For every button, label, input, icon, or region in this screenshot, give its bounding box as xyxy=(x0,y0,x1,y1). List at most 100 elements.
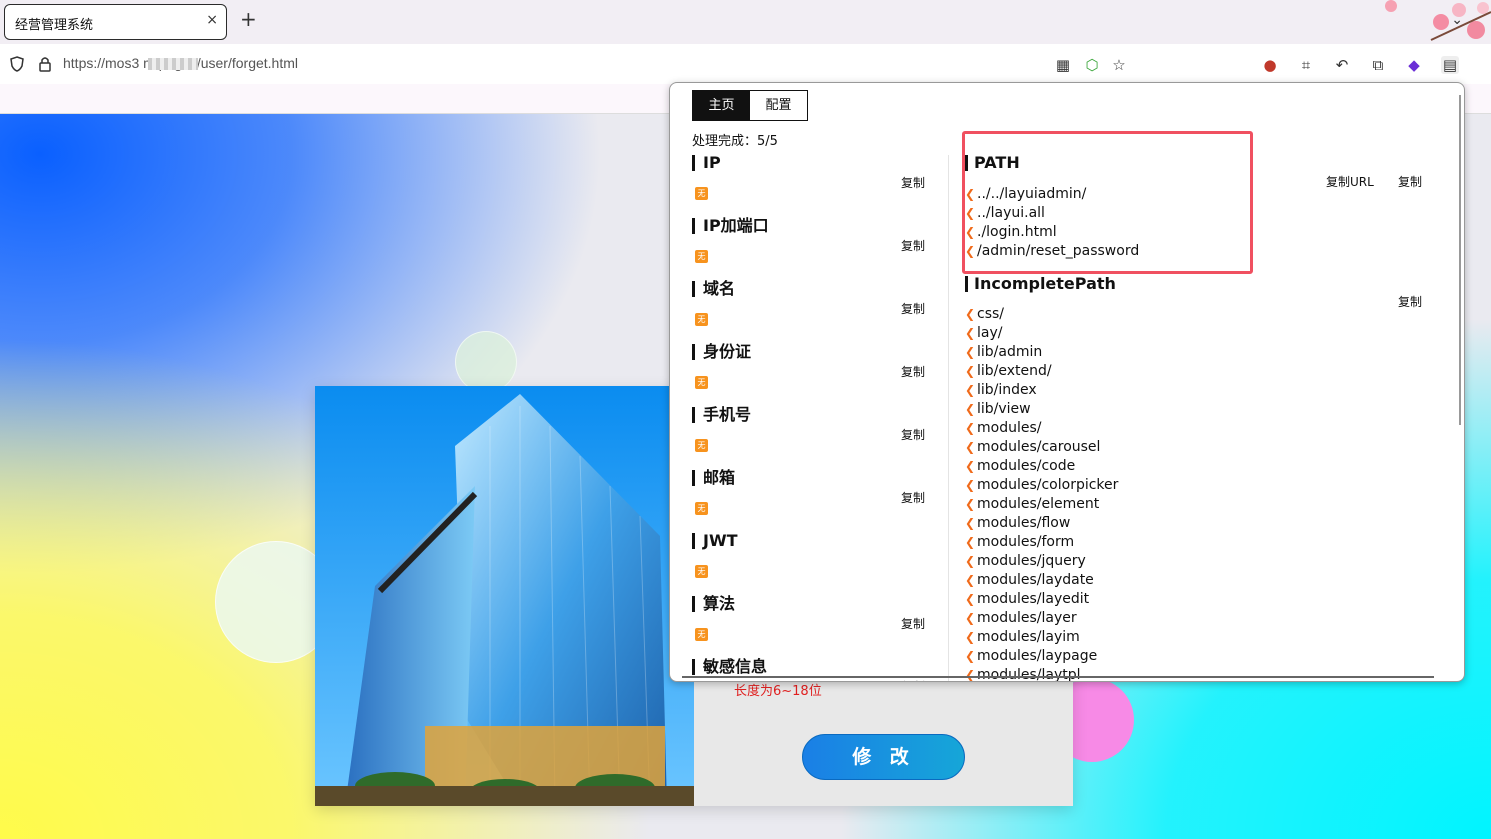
list-item[interactable]: ❮ lay/ xyxy=(965,324,1118,343)
list-item[interactable]: ❮ modules/laytpl xyxy=(965,666,1118,682)
section-ip-port: IP加端口 复制 无 xyxy=(692,218,932,281)
path-text: lib/view xyxy=(977,401,1031,417)
empty-result-icon: 无 xyxy=(695,313,708,326)
path-text: modules/laypage xyxy=(977,648,1098,664)
chevron-left-icon: ❮ xyxy=(965,668,976,682)
incomplete-path-title: IncompletePath xyxy=(965,276,1116,292)
copy-button[interactable]: 复制 xyxy=(1398,173,1422,190)
section-title: 手机号 xyxy=(692,407,751,423)
chevron-left-icon: ❮ xyxy=(965,573,976,587)
lock-icon[interactable] xyxy=(38,56,52,72)
list-item[interactable]: ❮ modules/carousel xyxy=(965,438,1118,457)
findsomething-extension-icon[interactable]: ▤ xyxy=(1441,56,1459,74)
chevron-left-icon: ❮ xyxy=(965,592,976,606)
section-ip: IP 复制 无 xyxy=(692,155,932,218)
chevron-left-icon: ❮ xyxy=(965,364,976,378)
password-length-hint: 长度为6~18位 xyxy=(734,684,822,699)
horizontal-scrollbar[interactable] xyxy=(682,676,1434,678)
chevron-left-icon: ❮ xyxy=(965,535,976,549)
copy-button[interactable]: 复制 xyxy=(901,426,925,443)
path-text: modules/code xyxy=(977,458,1076,474)
chevron-left-icon: ❮ xyxy=(965,497,976,511)
copy-button[interactable]: 复制 xyxy=(901,489,925,506)
list-item[interactable]: ❮ modules/ xyxy=(965,419,1118,438)
section-algorithm: 算法 复制 无 xyxy=(692,596,932,659)
path-text: css/ xyxy=(977,306,1005,322)
path-text: modules/colorpicker xyxy=(977,477,1119,493)
tab-close-icon[interactable]: × xyxy=(206,12,218,28)
browser-tab[interactable]: 经营管理系统 × xyxy=(4,4,227,40)
path-text: modules/layim xyxy=(977,629,1080,645)
section-title: 域名 xyxy=(692,281,735,297)
submit-button[interactable]: 修 改 xyxy=(802,734,965,780)
extension-badge-icon[interactable]: ◆ xyxy=(1405,56,1423,74)
copy-url-button[interactable]: 复制URL xyxy=(1326,173,1374,190)
list-item[interactable]: ❮ modules/colorpicker xyxy=(965,476,1118,495)
building-image xyxy=(315,386,694,806)
list-item[interactable]: ❮ modules/element xyxy=(965,495,1118,514)
copy-button[interactable]: 复制 xyxy=(901,174,925,191)
tab-home[interactable]: 主页 xyxy=(693,91,750,120)
extension-avatar-icon[interactable]: ● xyxy=(1261,56,1279,74)
list-item[interactable]: ❮ modules/laypage xyxy=(965,647,1118,666)
shield-icon[interactable] xyxy=(10,56,24,72)
tab-settings[interactable]: 配置 xyxy=(750,91,807,120)
tab-bar: 经营管理系统 × + ⌄ xyxy=(0,0,1491,44)
section-domain: 域名 复制 无 xyxy=(692,281,932,344)
popup-tabs: 主页 配置 xyxy=(692,90,808,121)
list-item[interactable]: ❮ modules/layedit xyxy=(965,590,1118,609)
empty-result-icon: 无 xyxy=(695,628,708,641)
section-sensitive-info: 敏感信息 复制 xyxy=(692,659,932,681)
section-jwt: JWT 无 xyxy=(692,533,932,596)
new-tab-button[interactable]: + xyxy=(240,9,257,29)
chevron-left-icon: ❮ xyxy=(965,383,976,397)
list-item[interactable]: ❮ lib/extend/ xyxy=(965,362,1118,381)
list-item[interactable]: ❮ css/ xyxy=(965,305,1118,324)
crop-icon[interactable]: ⌗ xyxy=(1297,56,1315,74)
section-title: IP xyxy=(692,155,721,171)
tab-title: 经营管理系统 xyxy=(15,18,94,33)
list-item[interactable]: ❮ modules/laydate xyxy=(965,571,1118,590)
list-item[interactable]: ❮ lib/view xyxy=(965,400,1118,419)
copy-button[interactable]: 复制 xyxy=(901,363,925,380)
nodejs-icon[interactable]: ⬡ xyxy=(1083,56,1101,74)
list-item[interactable]: ❮ modules/code xyxy=(965,457,1118,476)
copy-button[interactable]: 复制 xyxy=(901,300,925,317)
section-title: 敏感信息 xyxy=(692,659,767,675)
list-item[interactable]: ❮ modules/jquery xyxy=(965,552,1118,571)
list-item[interactable]: ❮ modules/flow xyxy=(965,514,1118,533)
chevron-left-icon: ❮ xyxy=(965,630,976,644)
chevron-left-icon: ❮ xyxy=(965,478,976,492)
copy-button[interactable]: 复制 xyxy=(901,678,925,681)
path-text: modules/ xyxy=(977,420,1042,436)
list-item[interactable]: ❮ lib/admin xyxy=(965,343,1118,362)
empty-result-icon: 无 xyxy=(695,187,708,200)
undo-icon[interactable]: ↶ xyxy=(1333,56,1351,74)
chevron-left-icon: ❮ xyxy=(965,440,976,454)
chevron-left-icon: ❮ xyxy=(965,649,976,663)
path-text: modules/carousel xyxy=(977,439,1101,455)
path-text: modules/layer xyxy=(977,610,1077,626)
list-item[interactable]: ❮ modules/form xyxy=(965,533,1118,552)
chevron-left-icon: ❮ xyxy=(965,345,976,359)
chevron-down-icon[interactable]: ⌄ xyxy=(1451,12,1463,28)
chevron-left-icon: ❮ xyxy=(965,307,976,321)
section-title: 邮箱 xyxy=(692,470,735,486)
list-item[interactable]: ❮ modules/layim xyxy=(965,628,1118,647)
section-title: IP加端口 xyxy=(692,218,769,234)
star-icon[interactable]: ☆ xyxy=(1110,56,1128,74)
list-item[interactable]: ❮ lib/index xyxy=(965,381,1118,400)
highlight-box xyxy=(962,131,1253,274)
path-text: modules/laytpl xyxy=(977,667,1081,682)
section-title: JWT xyxy=(692,533,738,549)
qr-code-icon[interactable]: ▦ xyxy=(1054,56,1072,74)
puzzle-icon[interactable]: ⧉ xyxy=(1369,56,1387,74)
copy-button[interactable]: 复制 xyxy=(901,615,925,632)
path-text: lib/extend/ xyxy=(977,363,1052,379)
copy-button[interactable]: 复制 xyxy=(901,237,925,254)
copy-button[interactable]: 复制 xyxy=(1398,293,1422,310)
chevron-left-icon: ❮ xyxy=(965,459,976,473)
list-item[interactable]: ❮ modules/layer xyxy=(965,609,1118,628)
incomplete-path-list: ❮ css/ ❮ lay/ ❮ lib/admin ❮ lib/extend/ ❮ lib… xyxy=(965,305,1118,682)
vertical-scrollbar[interactable] xyxy=(1459,95,1461,425)
